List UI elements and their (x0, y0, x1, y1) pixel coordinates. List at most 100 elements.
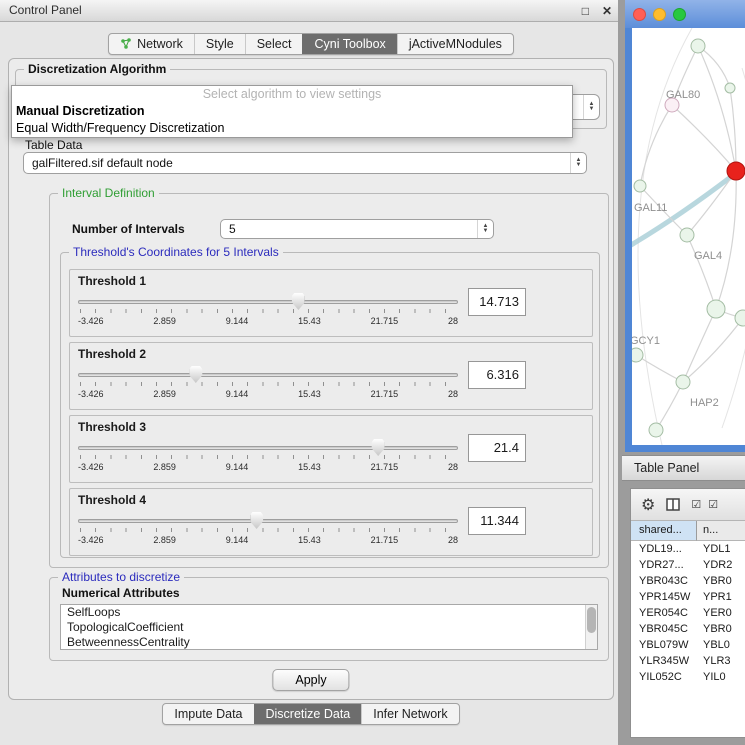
table-row[interactable]: YDR27...YDR2 (631, 557, 745, 573)
tab-network[interactable]: Network (109, 34, 194, 54)
cell[interactable]: YLR3 (697, 653, 745, 669)
tab-infer-network[interactable]: Infer Network (361, 704, 458, 724)
threshold-2-label: Threshold 2 (78, 347, 146, 361)
thresholds-group-title: Threshold's Coordinates for 5 Intervals (69, 245, 283, 259)
network-canvas[interactable]: GAL80 GAL11 GAL4 GCY1 HAP2 (632, 28, 745, 445)
column-header-name[interactable]: n... (697, 521, 745, 541)
tab-discretize-data[interactable]: Discretize Data (254, 704, 362, 724)
table-row[interactable]: YER054CYER0 (631, 605, 745, 621)
tab-impute-data[interactable]: Impute Data (163, 704, 253, 724)
table-row[interactable]: YLR345WYLR3 (631, 653, 745, 669)
number-of-intervals-combobox[interactable]: 5 ▲ ▼ (220, 219, 494, 239)
node[interactable] (725, 83, 735, 93)
cell[interactable]: YIL052C (631, 669, 697, 685)
node[interactable] (649, 423, 663, 437)
table-row[interactable]: YBR045CYBR0 (631, 621, 745, 637)
cell[interactable]: YBL0 (697, 637, 745, 653)
cell[interactable]: YPR145W (631, 589, 697, 605)
number-of-intervals-stepper[interactable]: ▲ ▼ (477, 220, 493, 238)
threshold-2-slider-thumb[interactable] (189, 366, 202, 383)
cell[interactable]: YBR0 (697, 621, 745, 637)
cell[interactable]: YBR045C (631, 621, 697, 637)
close-icon[interactable]: ✕ (602, 1, 612, 22)
tab-cyni-toolbox[interactable]: Cyni Toolbox (302, 34, 396, 54)
cell[interactable]: YDR27... (631, 557, 697, 573)
slider-track[interactable] (78, 373, 458, 377)
algorithm-combobox-stepper[interactable]: ▲ ▼ (583, 95, 599, 119)
threshold-3-slider-thumb[interactable] (372, 439, 385, 456)
node[interactable] (680, 228, 694, 242)
threshold-4-value-field[interactable]: 11.344 (468, 507, 526, 535)
threshold-2-slider[interactable] (78, 369, 458, 383)
column-header-shared[interactable]: shared... (631, 521, 697, 541)
threshold-4-slider[interactable] (78, 515, 458, 529)
attributes-scrollbar-thumb[interactable] (587, 607, 596, 633)
slider-track[interactable] (78, 519, 458, 523)
slider-track[interactable] (78, 300, 458, 304)
threshold-3-slider[interactable] (78, 442, 458, 456)
gear-icon[interactable]: ⚙ (641, 495, 655, 515)
threshold-1-slider[interactable] (78, 296, 458, 310)
list-item-betweennesscentrality[interactable]: BetweennessCentrality (61, 635, 597, 650)
list-item-selfloops[interactable]: SelfLoops (61, 605, 597, 620)
cell[interactable]: YER0 (697, 605, 745, 621)
table-row[interactable]: YIL052CYIL0 (631, 669, 745, 685)
cell[interactable]: YDR2 (697, 557, 745, 573)
table-data-combobox-stepper[interactable]: ▲ ▼ (570, 153, 586, 173)
threshold-2-value-field[interactable]: 6.316 (468, 361, 526, 389)
cell[interactable]: YBR0 (697, 573, 745, 589)
control-panel-window: Control Panel □ ✕ Network Style Select C… (0, 0, 622, 745)
table-data-combobox[interactable]: galFiltered.sif default node ▲ ▼ (23, 152, 587, 174)
node[interactable] (735, 310, 745, 326)
checkbox-icons[interactable]: ☑ ☑ (691, 498, 720, 511)
cell[interactable]: YIL0 (697, 669, 745, 685)
minimize-traffic-icon[interactable] (653, 8, 666, 21)
threshold-1-slider-thumb[interactable] (292, 293, 305, 310)
columns-icon[interactable] (666, 498, 680, 511)
table-row[interactable]: YBR043CYBR0 (631, 573, 745, 589)
node[interactable] (634, 180, 646, 192)
tab-jactivemnodules[interactable]: jActiveMNodules (397, 34, 513, 54)
slider-track[interactable] (78, 446, 458, 450)
scale-tick-label: 21.715 (371, 535, 399, 545)
threshold-3-value-field[interactable]: 21.4 (468, 434, 526, 462)
numerical-attributes-list[interactable]: SelfLoops TopologicalCoefficient Between… (60, 604, 598, 650)
table-row[interactable]: YBL079WYBL0 (631, 637, 745, 653)
cell[interactable]: YER054C (631, 605, 697, 621)
threshold-1-label: Threshold 1 (78, 274, 146, 288)
dropdown-option-equal-width[interactable]: Equal Width/Frequency Discretization (12, 120, 572, 137)
stepper-down-icon: ▼ (576, 163, 582, 168)
control-panel-titlebar[interactable]: Control Panel □ ✕ (0, 0, 622, 22)
restore-icon[interactable]: □ (582, 1, 589, 22)
list-item-topologicalcoefficient[interactable]: TopologicalCoefficient (61, 620, 597, 635)
cell[interactable]: YBR043C (631, 573, 697, 589)
cell[interactable]: YLR345W (631, 653, 697, 669)
network-window-titlebar[interactable] (625, 0, 745, 28)
tab-style[interactable]: Style (194, 34, 245, 54)
scale-tick-label: 2.859 (153, 316, 176, 326)
attributes-scrollbar[interactable] (585, 605, 597, 649)
apply-button[interactable]: Apply (272, 669, 349, 691)
slider-ticks (80, 528, 456, 532)
cell[interactable]: YDL19... (631, 541, 697, 557)
scale-tick-label: 28 (448, 316, 458, 326)
table-panel-header[interactable]: Table Panel (622, 455, 745, 481)
node[interactable] (632, 348, 643, 362)
cell[interactable]: YBL079W (631, 637, 697, 653)
node[interactable] (676, 375, 690, 389)
scale-tick-label: 9.144 (226, 462, 249, 472)
dropdown-option-manual-discretization[interactable]: Manual Discretization (12, 103, 572, 120)
tab-select[interactable]: Select (245, 34, 303, 54)
zoom-traffic-icon[interactable] (673, 8, 686, 21)
table-row[interactable]: YDL19...YDL1 (631, 541, 745, 557)
close-traffic-icon[interactable] (633, 8, 646, 21)
network-graph[interactable]: GAL80 GAL11 GAL4 GCY1 HAP2 (632, 28, 745, 445)
cell[interactable]: YDL1 (697, 541, 745, 557)
red-node[interactable] (727, 162, 745, 180)
cell[interactable]: YPR1 (697, 589, 745, 605)
threshold-4-slider-thumb[interactable] (250, 512, 263, 529)
table-row[interactable]: YPR145WYPR1 (631, 589, 745, 605)
node[interactable] (691, 39, 705, 53)
node[interactable] (707, 300, 725, 318)
threshold-1-value-field[interactable]: 14.713 (468, 288, 526, 316)
